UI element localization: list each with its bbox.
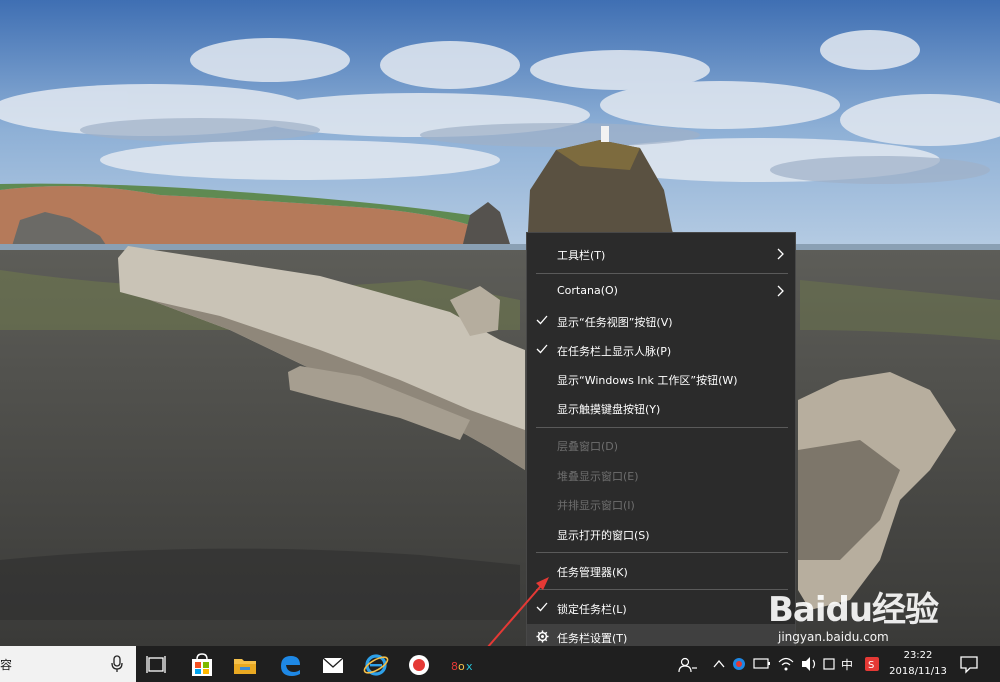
menu-item-toolbars[interactable]: 工具栏(T) <box>527 241 795 267</box>
menu-item-label: 堆叠显示窗口(E) <box>557 470 639 483</box>
taskbar: 容 8 o x 中 S 23:22 2018/11/13 <box>0 646 1000 682</box>
menu-item-label: 显示“任务视图”按钮(V) <box>557 316 673 329</box>
menu-item-label: 显示打开的窗口(S) <box>557 529 650 542</box>
menu-item-show-windows-ink[interactable]: 显示“Windows Ink 工作区”按钮(W) <box>527 366 795 392</box>
watermark-url: jingyan.baidu.com <box>778 630 889 644</box>
search-box-text: 容 <box>0 658 13 672</box>
menu-item-label: 在任务栏上显示人脉(P) <box>557 345 672 358</box>
network-icon[interactable] <box>776 646 796 682</box>
task-view-icon[interactable] <box>137 650 177 680</box>
menu-item-label: 工具栏(T) <box>557 249 606 262</box>
svg-text:S: S <box>868 660 874 671</box>
input-method-indicator[interactable]: 中 <box>841 656 853 673</box>
menu-item-cascade-windows[interactable]: 层叠窗口(D) <box>527 432 795 458</box>
microphone-icon[interactable] <box>110 655 124 673</box>
check-icon <box>536 602 548 612</box>
battery-icon[interactable] <box>752 646 772 682</box>
svg-text:o: o <box>458 660 465 673</box>
check-icon <box>536 315 548 325</box>
menu-item-task-manager[interactable]: 任务管理器(K) <box>527 558 795 584</box>
check-icon <box>536 344 548 354</box>
record-icon[interactable] <box>399 650 439 680</box>
app-icon[interactable]: 8 o x <box>443 650 483 680</box>
system-clock[interactable]: 23:22 2018/11/13 <box>888 648 948 680</box>
svg-text:8: 8 <box>451 660 458 673</box>
menu-item-label: 锁定任务栏(L) <box>557 603 627 616</box>
menu-separator <box>536 427 788 428</box>
menu-item-label: 并排显示窗口(I) <box>557 499 635 512</box>
chevron-up-icon[interactable] <box>710 646 728 682</box>
menu-item-show-desktop-windows[interactable]: 显示打开的窗口(S) <box>527 521 795 547</box>
clock-date: 2018/11/13 <box>889 666 947 677</box>
menu-item-side-by-side[interactable]: 并排显示窗口(I) <box>527 491 795 517</box>
mail-icon[interactable] <box>313 650 353 680</box>
menu-item-show-task-view[interactable]: 显示“任务视图”按钮(V) <box>527 308 795 334</box>
people-icon[interactable] <box>676 646 698 682</box>
watermark-brand: Baidu经验 <box>768 590 939 630</box>
menu-item-label: 显示“Windows Ink 工作区”按钮(W) <box>557 374 738 387</box>
chevron-right-icon <box>777 248 784 260</box>
file-explorer-icon[interactable] <box>225 650 265 680</box>
desktop-wallpaper <box>0 0 1000 646</box>
internet-explorer-icon[interactable] <box>356 650 396 680</box>
chevron-right-icon <box>777 285 784 297</box>
taskbar-context-menu: 工具栏(T) Cortana(O) 显示“任务视图”按钮(V) 在任务栏上显示人… <box>526 232 796 656</box>
speaker-icon[interactable] <box>820 646 838 682</box>
menu-item-show-touch-keyboard[interactable]: 显示触摸键盘按钮(Y) <box>527 395 795 421</box>
menu-item-label: 任务管理器(K) <box>557 566 628 579</box>
menu-item-label: 层叠窗口(D) <box>557 440 619 453</box>
menu-separator <box>536 273 788 274</box>
clock-time: 23:22 <box>903 650 933 661</box>
menu-item-cortana[interactable]: Cortana(O) <box>527 278 795 304</box>
menu-item-label: Cortana(O) <box>557 284 618 297</box>
notification-icon[interactable] <box>958 654 980 674</box>
menu-item-show-people[interactable]: 在任务栏上显示人脉(P) <box>527 337 795 363</box>
menu-item-label: 任务栏设置(T) <box>557 632 628 645</box>
menu-item-stack-windows[interactable]: 堆叠显示窗口(E) <box>527 462 795 488</box>
gear-icon <box>536 630 549 643</box>
volume-icon[interactable] <box>799 646 819 682</box>
menu-item-label: 显示触摸键盘按钮(Y) <box>557 403 661 416</box>
edge-icon[interactable] <box>270 650 310 680</box>
sogou-tray-icon[interactable] <box>730 646 748 682</box>
menu-separator <box>536 589 788 590</box>
sogou-icon[interactable]: S <box>862 646 882 682</box>
search-box[interactable]: 容 <box>0 646 136 682</box>
menu-item-lock-taskbar[interactable]: 锁定任务栏(L) <box>527 595 795 621</box>
store-icon[interactable] <box>182 650 222 680</box>
baidu-watermark: Baidu经验 jingyan.baidu.com <box>768 582 1000 652</box>
menu-separator <box>536 552 788 553</box>
svg-text:x: x <box>466 660 473 673</box>
